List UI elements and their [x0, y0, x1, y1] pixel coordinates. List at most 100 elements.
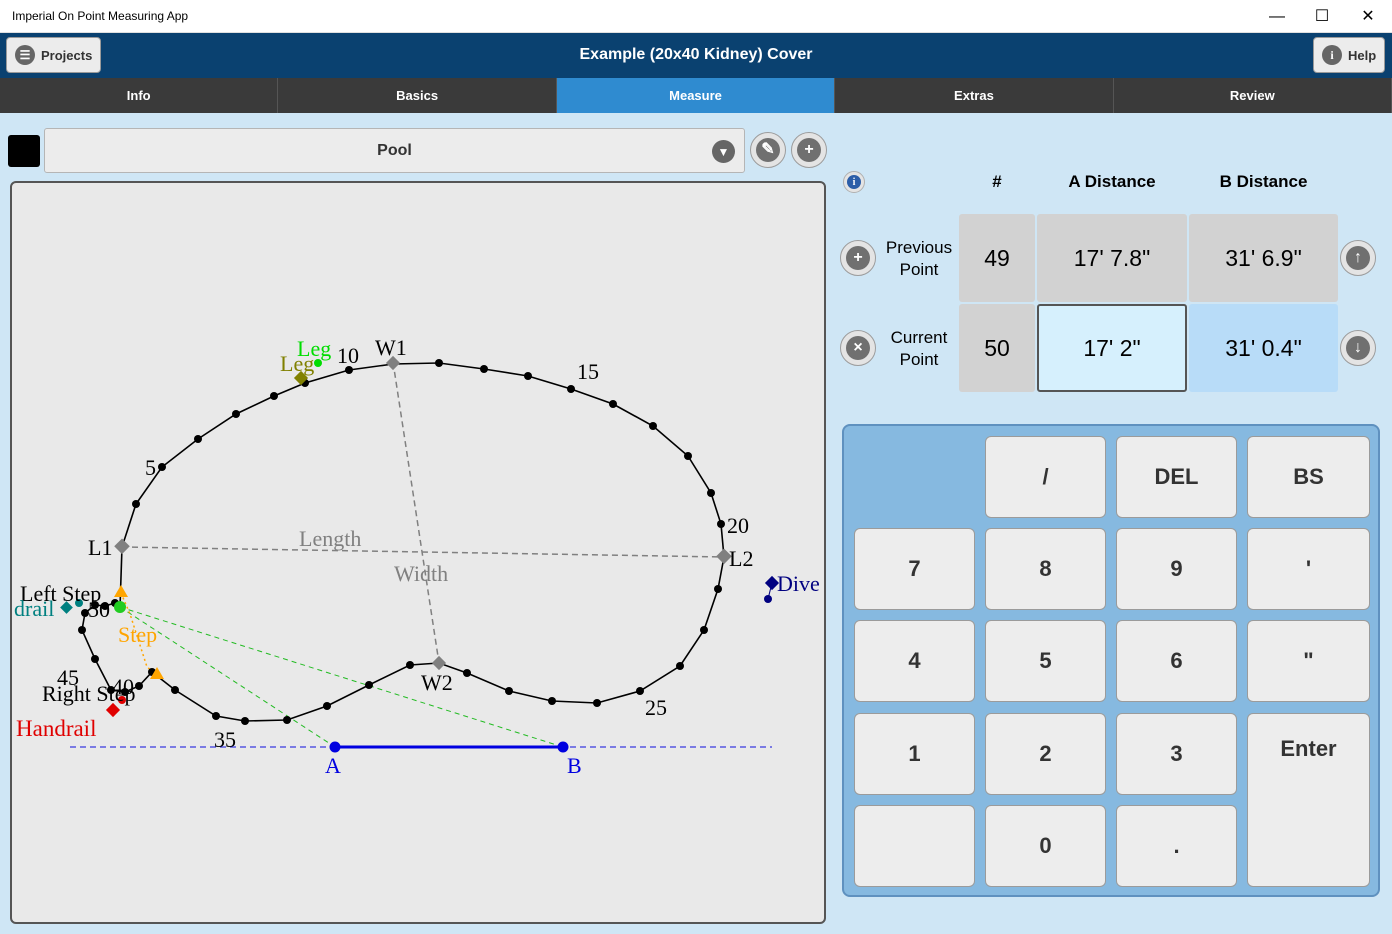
step-marker-top — [114, 585, 128, 597]
key-dot[interactable]: . — [1116, 805, 1237, 887]
previous-point-up-button[interactable]: ↑ — [1340, 240, 1376, 276]
outline-point[interactable] — [567, 385, 575, 393]
outline-point[interactable] — [684, 452, 692, 460]
outline-point[interactable] — [323, 702, 331, 710]
key-blank[interactable] — [854, 805, 975, 887]
outline-point[interactable] — [132, 500, 140, 508]
outline-point[interactable] — [435, 359, 443, 367]
outline-point[interactable] — [135, 682, 143, 690]
outline-point[interactable] — [171, 686, 179, 694]
previous-point-b-distance[interactable]: 31' 6.9" — [1189, 214, 1338, 302]
tab-measure[interactable]: Measure — [556, 78, 836, 113]
key-inches[interactable]: " — [1247, 620, 1370, 702]
outline-point[interactable] — [158, 463, 166, 471]
add-shape-button[interactable]: + — [791, 132, 827, 168]
key-5[interactable]: 5 — [985, 620, 1106, 702]
point-label-35: 35 — [214, 727, 236, 752]
key-9[interactable]: 9 — [1116, 528, 1237, 610]
outline-point[interactable] — [463, 669, 471, 677]
help-button[interactable]: i Help — [1313, 37, 1386, 73]
window-titlebar: Imperial On Point Measuring App — ☐ ✕ — [0, 0, 1392, 33]
key-bs[interactable]: BS — [1247, 436, 1370, 518]
key-7[interactable]: 7 — [854, 528, 975, 610]
current-point-marker — [114, 601, 126, 613]
edit-shape-button[interactable]: ✎ — [750, 132, 786, 168]
tab-info[interactable]: Info — [0, 78, 279, 113]
key-0[interactable]: 0 — [985, 805, 1106, 887]
outline-point[interactable] — [194, 435, 202, 443]
previous-point-label: Previous Point — [885, 238, 953, 279]
current-point-a-distance[interactable]: 17' 2" — [1037, 304, 1187, 392]
l1-label: L1 — [88, 535, 112, 560]
outline-point[interactable] — [91, 655, 99, 663]
delete-point-button[interactable]: × — [840, 330, 876, 366]
current-point-number: 50 — [959, 304, 1035, 392]
handrail-red-label: Handrail — [16, 716, 96, 741]
column-header-a-distance: A Distance — [1068, 172, 1156, 191]
minimize-button[interactable]: — — [1254, 0, 1300, 33]
outline-point[interactable] — [649, 422, 657, 430]
outline-point[interactable] — [283, 716, 291, 724]
add-point-button[interactable]: + — [840, 240, 876, 276]
baseline-point-a — [329, 741, 341, 753]
point-label-15: 15 — [577, 359, 599, 384]
w1-label: W1 — [375, 335, 407, 360]
key-2[interactable]: 2 — [985, 713, 1106, 795]
outline-point[interactable] — [548, 697, 556, 705]
outline-point[interactable] — [232, 410, 240, 418]
outline-point[interactable] — [406, 661, 414, 669]
outline-point[interactable] — [78, 626, 86, 634]
arrow-down-icon: ↓ — [1346, 336, 1370, 360]
w2-label: W2 — [421, 670, 453, 695]
key-6[interactable]: 6 — [1116, 620, 1237, 702]
measure-canvas[interactable]: 5 10 15 20 25 35 40 45 50 W1 W2 L1 L2 Le… — [10, 181, 826, 924]
key-4[interactable]: 4 — [854, 620, 975, 702]
outline-point[interactable] — [270, 392, 278, 400]
key-8[interactable]: 8 — [985, 528, 1106, 610]
close-button[interactable]: ✕ — [1345, 0, 1391, 33]
previous-point-a-distance[interactable]: 17' 7.8" — [1037, 214, 1187, 302]
outline-point[interactable] — [700, 626, 708, 634]
outline-point[interactable] — [717, 520, 725, 528]
outline-point[interactable] — [365, 681, 373, 689]
close-icon: × — [846, 336, 870, 360]
key-feet[interactable]: ' — [1247, 528, 1370, 610]
shape-color-swatch[interactable] — [8, 135, 40, 167]
l1-marker — [114, 538, 130, 555]
key-1[interactable]: 1 — [854, 713, 975, 795]
numeric-keypad: / DEL BS 7 8 9 ' 4 5 6 " 1 2 3 Enter 0 . — [842, 424, 1380, 897]
tab-extras[interactable]: Extras — [835, 78, 1114, 113]
dive-point — [764, 595, 772, 603]
app-header: ☰ Projects Example (20x40 Kidney) Cover … — [0, 33, 1392, 78]
point-label-10: 10 — [337, 343, 359, 368]
baseline-label-a: A — [325, 753, 341, 778]
l2-label: L2 — [729, 546, 753, 571]
key-slash[interactable]: / — [985, 436, 1106, 518]
shape-dropdown[interactable]: Pool ▼ — [44, 128, 745, 173]
current-point-b-distance[interactable]: 31' 0.4" — [1189, 304, 1338, 392]
key-enter[interactable]: Enter — [1247, 713, 1370, 887]
plus-icon: + — [846, 246, 870, 270]
current-point-down-button[interactable]: ↓ — [1340, 330, 1376, 366]
key-3[interactable]: 3 — [1116, 713, 1237, 795]
outline-point[interactable] — [714, 585, 722, 593]
outline-point[interactable] — [241, 717, 249, 725]
key-del[interactable]: DEL — [1116, 436, 1237, 518]
outline-point[interactable] — [212, 712, 220, 720]
maximize-button[interactable]: ☐ — [1299, 0, 1345, 33]
outline-point[interactable] — [636, 687, 644, 695]
page-title: Example (20x40 Kidney) Cover — [579, 46, 813, 63]
tab-basics[interactable]: Basics — [278, 78, 557, 113]
outline-point[interactable] — [480, 365, 488, 373]
outline-point[interactable] — [505, 687, 513, 695]
shape-dropdown-value: Pool — [377, 142, 412, 159]
outline-point[interactable] — [524, 372, 532, 380]
outline-point[interactable] — [707, 489, 715, 497]
outline-point[interactable] — [593, 699, 601, 707]
tab-review[interactable]: Review — [1114, 78, 1392, 113]
info-icon: i — [1322, 45, 1342, 65]
outline-point[interactable] — [676, 662, 684, 670]
info-icon[interactable]: i — [843, 171, 865, 193]
outline-point[interactable] — [609, 400, 617, 408]
tab-bar: Info Basics Measure Extras Review — [0, 78, 1392, 113]
